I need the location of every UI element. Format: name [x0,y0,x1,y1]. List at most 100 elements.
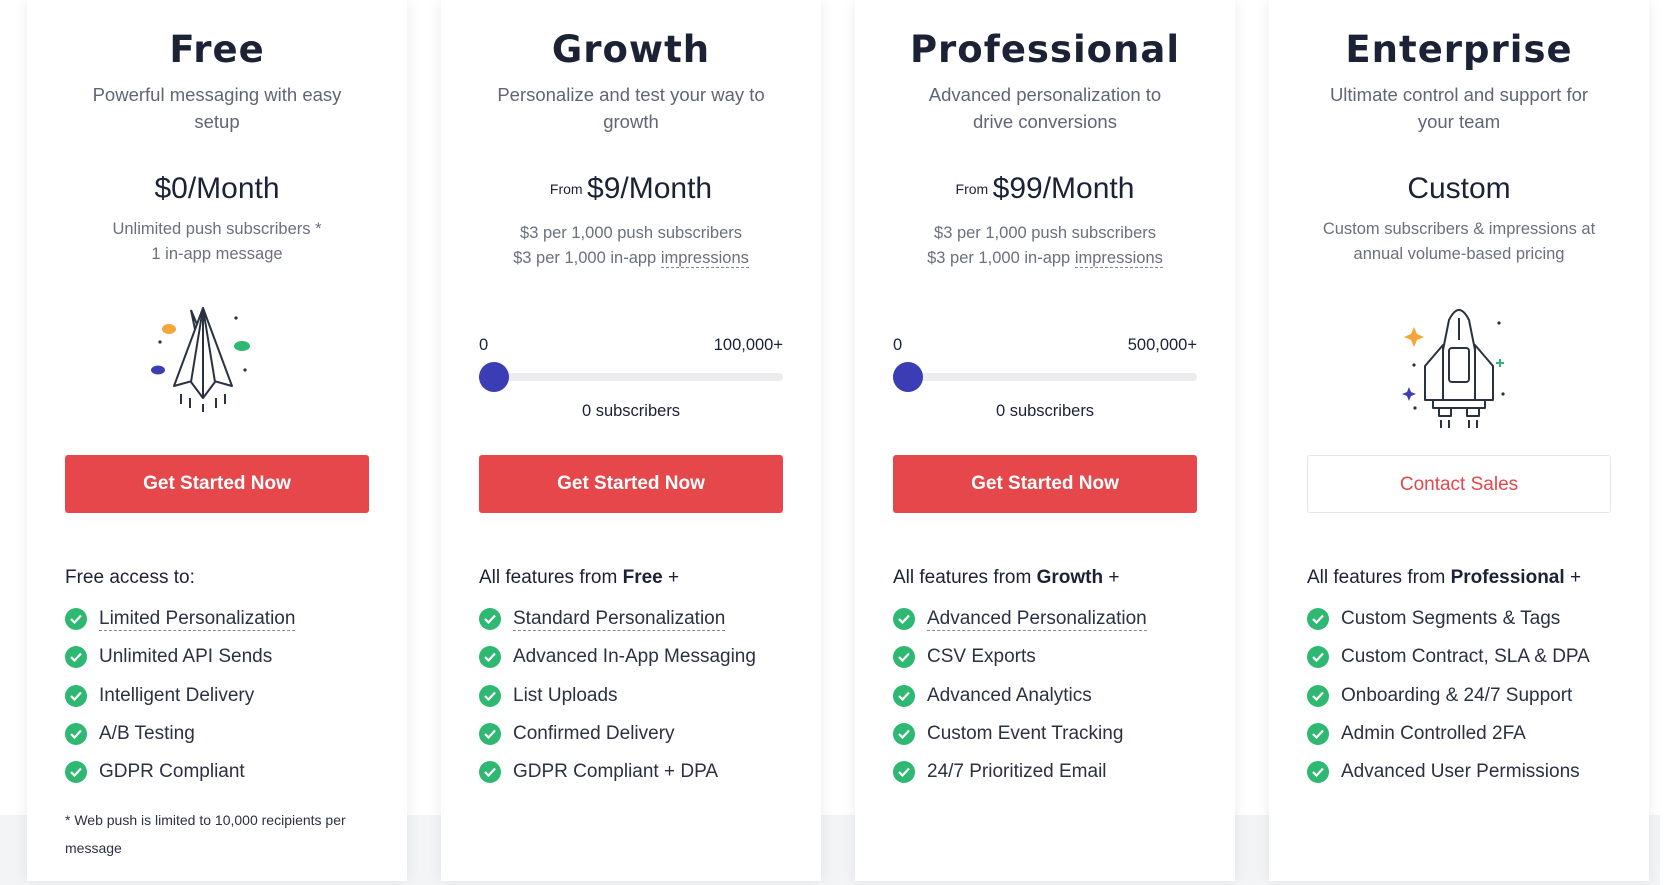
plan-price: $0/Month [27,171,407,207]
feature-item: Custom Contract, SLA & DPA [1307,638,1590,676]
plan-title: Professional [909,28,1181,71]
feature-item: 24/7 Prioritized Email [893,753,1147,791]
feature-label: 24/7 Prioritized Email [927,761,1107,783]
plan-title: Growth [551,28,711,71]
feature-item: Custom Segments & Tags [1307,600,1590,638]
price-note: $3 per 1,000 push subscribers $3 per 1,0… [855,221,1235,271]
slider-track[interactable] [479,373,783,381]
get-started-button[interactable]: Get Started Now [65,455,369,513]
plan-price: From $9/Month [441,171,821,207]
subscribers-slider[interactable]: 0 500,000+ 0 subscribers [893,336,1197,420]
feature-label: Advanced User Permissions [1341,761,1580,783]
feature-label: Admin Controlled 2FA [1341,723,1526,745]
features-heading: All features from Free + [479,567,679,589]
check-circle-icon [893,646,915,669]
features-heading-plan: Growth [1036,567,1104,588]
features-heading-suffix: + [1569,567,1582,588]
check-circle-icon [1307,723,1329,746]
check-circle-icon [1307,684,1329,707]
features-heading-suffix: + [1108,567,1120,588]
price-value: $0/Month [154,172,280,205]
check-circle-icon [65,684,87,707]
plan-description: Advanced personalization to drive conver… [928,84,1162,132]
check-circle-icon [479,761,501,784]
feature-item: Standard Personalization [479,600,756,638]
price-note: Unlimited push subscribers * 1 in-app me… [27,217,407,267]
slider-max-label: 100,000+ [713,336,783,354]
plan-description: Powerful messaging with easy setup [92,84,342,132]
feature-item: Advanced In-App Messaging [479,638,756,676]
plan-description: Personalize and test your way to growth [497,84,765,132]
feature-label: Unlimited API Sends [99,646,273,668]
feature-item: Onboarding & 24/7 Support [1307,677,1590,715]
feature-label: Confirmed Delivery [513,723,675,745]
price-note: $3 per 1,000 push subscribers $3 per 1,0… [441,221,821,271]
subscriber-count: 0 subscribers [995,402,1095,420]
plan-title: Enterprise [1345,28,1573,71]
feature-label-link[interactable]: Advanced Personalization [927,608,1147,631]
plan-card-professional: Professional Advanced personalization to… [855,0,1235,881]
feature-item: Admin Controlled 2FA [1307,715,1590,753]
slider-thumb[interactable] [479,362,509,392]
price-value: Custom [1407,172,1511,205]
features-heading: Free access to: [65,567,195,588]
slider-track[interactable] [893,373,1197,381]
price-note-line-1: Custom subscribers & impressions at [1322,220,1596,238]
feature-label: GDPR Compliant + DPA [513,761,719,783]
check-circle-icon [479,608,501,631]
features-heading: All features from Growth + [893,567,1120,589]
feature-label-link[interactable]: Standard Personalization [513,608,726,631]
feature-item: Advanced User Permissions [1307,753,1590,791]
check-circle-icon [893,608,915,631]
check-circle-icon [1307,761,1329,784]
feature-item: GDPR Compliant [65,753,295,791]
paper-plane-illustration [27,300,407,440]
get-started-button[interactable]: Get Started Now [479,455,783,513]
features-heading: All features from Professional + [1307,567,1581,589]
subscribers-slider[interactable]: 0 100,000+ 0 subscribers [479,336,783,420]
check-circle-icon [893,761,915,784]
check-circle-icon [479,684,501,707]
feature-label: List Uploads [513,684,618,706]
feature-item: CSV Exports [893,638,1147,676]
feature-list: Advanced Personalization CSV Exports Adv… [893,600,1147,791]
price-prefix: From [955,181,989,197]
plan-card-growth: Growth Personalize and test your way to … [441,0,821,881]
price-value: $9/Month [587,172,713,205]
contact-sales-button[interactable]: Contact Sales [1307,455,1611,513]
price-note-line-1: Unlimited push subscribers * [112,220,322,238]
impressions-link[interactable]: impressions [1074,249,1163,268]
subscriber-count: 0 subscribers [581,402,681,420]
get-started-button[interactable]: Get Started Now [893,455,1197,513]
feature-item: Advanced Personalization [893,600,1147,638]
plan-card-enterprise: Enterprise Ultimate control and support … [1269,0,1649,881]
feature-item: Custom Event Tracking [893,715,1147,753]
feature-item: GDPR Compliant + DPA [479,753,756,791]
feature-item: Intelligent Delivery [65,677,295,715]
feature-label-link[interactable]: Limited Personalization [99,608,296,631]
slider-min-label: 0 [479,336,489,354]
price-note-line-1: $3 per 1,000 push subscribers [520,224,742,242]
feature-label: Custom Contract, SLA & DPA [1341,646,1590,668]
check-circle-icon [65,646,87,669]
price-note-text: $3 per 1,000 in-app [513,249,657,267]
feature-label: Onboarding & 24/7 Support [1341,684,1573,706]
feature-list: Standard Personalization Advanced In-App… [479,600,756,791]
feature-label: Advanced In-App Messaging [513,646,756,668]
features-heading-prefix: All features from [893,567,1032,588]
price-note-text: $3 per 1,000 in-app [927,249,1071,267]
price-note-line-1: $3 per 1,000 push subscribers [934,224,1156,242]
impressions-link[interactable]: impressions [660,249,749,268]
feature-item: A/B Testing [65,715,295,753]
price-value: $99/Month [992,172,1135,205]
feature-item: Unlimited API Sends [65,638,295,676]
feature-label: Custom Segments & Tags [1341,608,1561,630]
check-circle-icon [1307,608,1329,631]
feature-label: A/B Testing [99,723,195,745]
rocket-illustration [1269,300,1649,440]
slider-thumb[interactable] [893,362,923,392]
feature-list: Custom Segments & Tags Custom Contract, … [1307,600,1590,791]
footnote: * Web push is limited to 10,000 recipien… [65,812,346,856]
check-circle-icon [479,723,501,746]
feature-label: CSV Exports [927,646,1036,668]
